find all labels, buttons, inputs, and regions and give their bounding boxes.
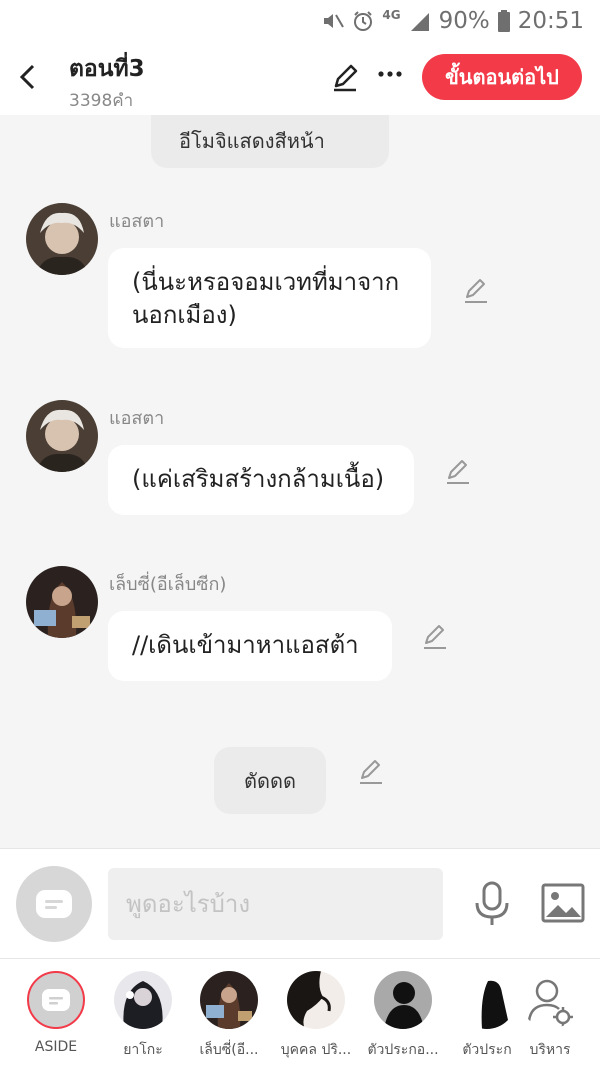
system-message-clipped: (…) … [179, 115, 241, 117]
message-text-line: นอกเมือง) [132, 301, 237, 329]
composer [0, 848, 600, 958]
avatar[interactable] [26, 400, 98, 472]
aside-avatar [27, 971, 85, 1029]
character-avatar-image [26, 400, 98, 472]
mute-icon [322, 11, 345, 31]
sender-name: แอสตา [109, 211, 165, 232]
edit-message-button[interactable] [444, 458, 474, 488]
sender-name: เล็บซี่(อีเล็บซีก) [109, 574, 227, 595]
character-avatar-image [26, 566, 98, 638]
status-bar: 4G 90% 20:51 [0, 0, 600, 42]
edit-message-button[interactable] [462, 277, 492, 307]
message-text: (แค่เสริมสร้างกล้ามเนื้อ) [132, 465, 385, 493]
character-item[interactable]: บุคคล ปริ... [276, 971, 356, 1063]
avatar[interactable] [26, 203, 98, 275]
system-message-text: ตัดดด [244, 768, 296, 793]
character-label: บุคคล ปริ... [280, 1042, 352, 1058]
back-button[interactable] [12, 60, 42, 94]
edit-button[interactable] [330, 62, 362, 94]
avatar [287, 971, 345, 1029]
character-item[interactable]: ยาโกะ [103, 971, 183, 1063]
message-bubble[interactable]: //เดินเข้ามาหาแอสต้า [108, 611, 392, 681]
battery-percent: 90% [438, 8, 490, 34]
pencil-icon [465, 279, 487, 303]
microphone-icon [475, 881, 509, 925]
character-label: บริหาร [529, 1042, 571, 1058]
battery-icon [497, 10, 510, 32]
user-settings-icon [527, 979, 573, 1027]
message-bubble[interactable]: (นี่นะหรอจอมเวทที่มาจาก นอกเมือง) [108, 248, 431, 348]
avatar [374, 971, 432, 1029]
message-text-line: (นี่นะหรอจอมเวทที่มาจาก [132, 268, 400, 296]
signal-icon [409, 11, 431, 31]
character-avatar-image [287, 971, 345, 1029]
alarm-icon [352, 10, 374, 32]
character-item[interactable]: ตัวประกอ... [363, 971, 443, 1063]
character-avatar-image [114, 971, 172, 1029]
message-input[interactable] [108, 868, 443, 940]
system-message[interactable]: (…) … อีโมจิแสดงสีหน้า [151, 115, 389, 168]
character-avatar-image [374, 971, 432, 1029]
edit-message-button[interactable] [357, 758, 387, 788]
pencil-icon [334, 64, 358, 92]
manage-button[interactable]: บริหาร [510, 971, 590, 1063]
network-type: 4G [382, 8, 401, 22]
message-text: //เดินเข้ามาหาแอสต้า [132, 631, 359, 659]
pencil-icon [447, 460, 469, 484]
header: ตอนที่3 3398คำ ขั้นตอนต่อไป [0, 42, 600, 115]
edit-message-button[interactable] [421, 623, 451, 653]
avatar[interactable] [26, 566, 98, 638]
word-count: 3398คำ [69, 91, 134, 111]
character-label: เล็บซี่(อี... [199, 1042, 259, 1058]
character-aside[interactable]: ASIDE [16, 971, 96, 1063]
character-avatar-image [458, 971, 516, 1029]
voice-button[interactable] [472, 881, 512, 927]
system-message-text: อีโมจิแสดงสีหน้า [179, 129, 325, 153]
chat-bubble-icon [42, 989, 70, 1011]
more-icon [378, 71, 402, 77]
image-icon [541, 883, 585, 923]
system-message[interactable]: ตัดดด [214, 747, 326, 814]
message-bubble[interactable]: (แค่เสริมสร้างกล้ามเนื้อ) [108, 445, 414, 515]
page-title: ตอนที่3 [69, 56, 145, 82]
character-label: ตัวประกอ... [367, 1042, 439, 1058]
chat-bubble-icon [36, 890, 72, 918]
character-label: ASIDE [34, 1039, 78, 1055]
aside-toggle-button[interactable] [16, 866, 92, 942]
pencil-icon [424, 625, 446, 649]
more-options-button[interactable] [376, 60, 404, 94]
pencil-icon [360, 760, 382, 784]
character-label: ยาโกะ [123, 1042, 163, 1058]
avatar [458, 971, 516, 1029]
clock: 20:51 [517, 8, 584, 34]
character-bar: ASIDE ยาโกะ เล็บซี่(อี... บุคคล ปริ... ต… [0, 958, 600, 1067]
chevron-left-icon [19, 64, 35, 90]
character-avatar-image [26, 203, 98, 275]
manage-icon-wrap [521, 971, 579, 1029]
avatar [114, 971, 172, 1029]
character-item[interactable]: เล็บซี่(อี... [189, 971, 269, 1063]
character-avatar-image [200, 971, 258, 1029]
image-button[interactable] [541, 883, 585, 923]
avatar [200, 971, 258, 1029]
chat-area[interactable]: (…) … อีโมจิแสดงสีหน้า แอสตา (นี่นะหรอจอ… [0, 115, 600, 848]
next-step-button[interactable]: ขั้นตอนต่อไป [422, 54, 582, 100]
sender-name: แอสตา [109, 408, 165, 429]
